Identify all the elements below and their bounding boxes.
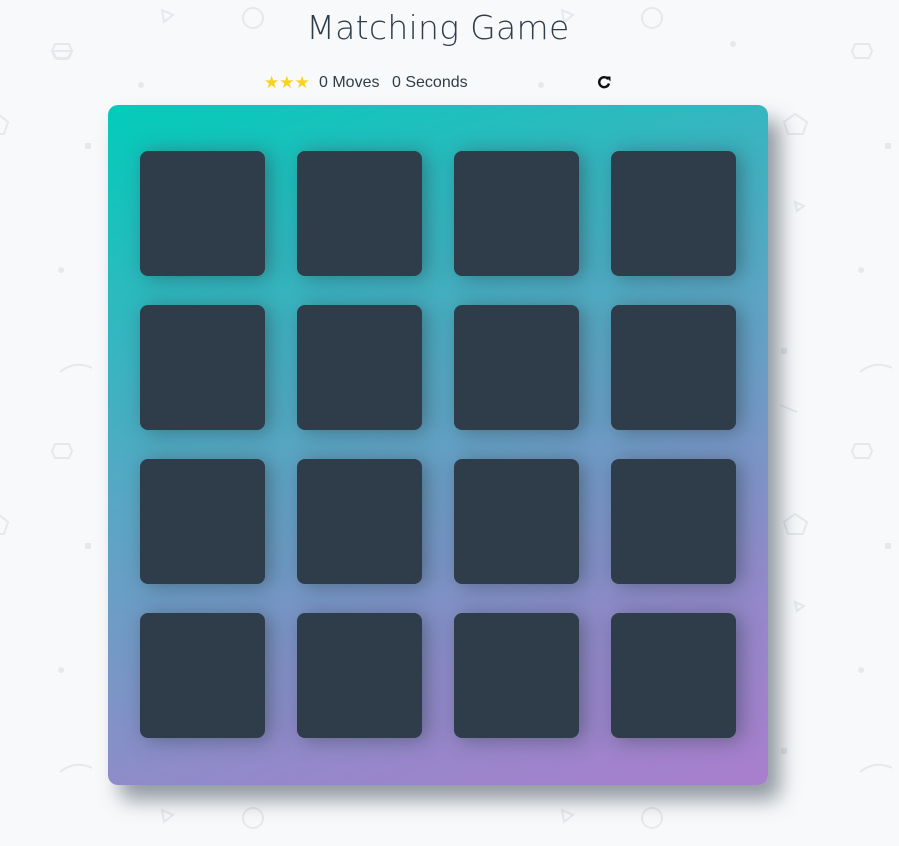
score-panel: ★ ★ ★ 0 Moves 0 Seconds <box>264 72 624 96</box>
star-icon: ★ <box>279 73 295 92</box>
card[interactable] <box>297 459 422 584</box>
card[interactable] <box>454 613 579 738</box>
card[interactable] <box>454 305 579 430</box>
page-title: Matching Game <box>306 8 570 47</box>
card[interactable] <box>611 459 736 584</box>
card[interactable] <box>454 459 579 584</box>
star-icon: ★ <box>294 73 310 92</box>
restart-button[interactable] <box>596 72 614 92</box>
card[interactable] <box>297 305 422 430</box>
card[interactable] <box>611 305 736 430</box>
star-icon: ★ <box>264 73 280 92</box>
card[interactable] <box>297 151 422 276</box>
moves-counter: 0 Moves <box>319 74 380 91</box>
card[interactable] <box>454 151 579 276</box>
card[interactable] <box>611 613 736 738</box>
star-rating: ★ ★ ★ <box>264 73 310 93</box>
card[interactable] <box>297 613 422 738</box>
timer: 0 Seconds <box>392 74 468 91</box>
restart-icon <box>597 76 611 89</box>
card[interactable] <box>140 305 265 430</box>
card[interactable] <box>140 151 265 276</box>
card[interactable] <box>140 459 265 584</box>
card-deck <box>108 105 768 785</box>
card[interactable] <box>140 613 265 738</box>
card[interactable] <box>611 151 736 276</box>
